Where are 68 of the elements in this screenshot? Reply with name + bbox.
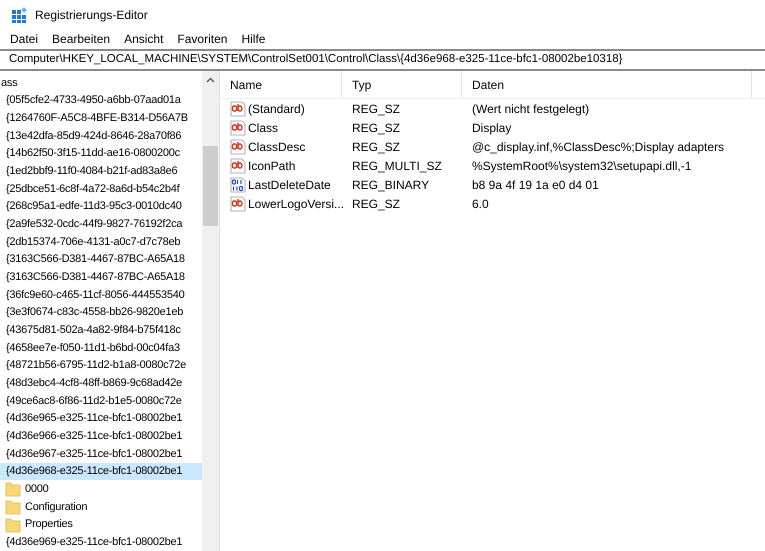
value-data: (Wert nicht festgelegt)	[471, 100, 590, 118]
value-name: LowerLogoVersi...	[248, 196, 344, 212]
string-value-icon	[230, 120, 246, 136]
value-data: 6.0	[471, 196, 489, 212]
tree-item[interactable]: {14b62f50-3f15-11dd-ae16-0800200c	[0, 144, 202, 162]
string-value-icon	[230, 196, 246, 212]
folder-icon	[5, 481, 21, 498]
value-data: @c_display.inf,%ClassDesc%;Display adapters	[471, 138, 724, 156]
column-header[interactable]: Typ	[342, 71, 462, 98]
tree-item[interactable]: {25dbce51-6c8f-4a72-8a6d-b54c2b4f	[0, 180, 202, 198]
tree-item[interactable]: {4d36e965-e325-11ce-bfc1-08002be1	[0, 410, 202, 428]
tree-item[interactable]: Configuration	[0, 498, 202, 516]
scroll-up-icon[interactable]	[206, 77, 215, 83]
value-name: ClassDesc	[248, 138, 306, 156]
tree-item[interactable]: {2a9fe532-0cdc-44f9-9827-76192f2ca	[0, 215, 202, 234]
tree-item[interactable]: {48721b56-6795-11d2-b1a8-0080c72e	[0, 356, 202, 374]
tree-item[interactable]: {13e42dfa-85d9-424d-8646-28a70f86	[0, 127, 202, 145]
value-name: IconPath	[248, 158, 296, 174]
menu-item[interactable]: Ansicht	[124, 30, 164, 48]
value-name: Class	[248, 120, 278, 136]
column-header[interactable]: Daten	[462, 71, 752, 98]
menu-item[interactable]: Bearbeiten	[52, 30, 110, 48]
folder-icon	[5, 498, 21, 515]
tree-item[interactable]: {36fc9e60-c465-11cf-8056-444553540	[0, 286, 202, 304]
registry-editor-icon	[11, 7, 27, 23]
tree-item[interactable]: 0000	[0, 480, 202, 498]
value-type: REG_BINARY	[351, 176, 430, 194]
tree-item[interactable]: {4d36e967-e325-11ce-bfc1-08002be1	[0, 445, 202, 463]
string-value-icon	[230, 158, 246, 174]
folder-icon	[5, 516, 21, 533]
value-data: Display	[471, 120, 512, 136]
value-type: REG_SZ	[351, 138, 402, 156]
tree-item[interactable]: {268c95a1-edfe-11d3-95c3-0010dc40	[0, 198, 202, 216]
tree-item[interactable]: {4d36e969-e325-11ce-bfc1-08002be1	[0, 533, 202, 551]
window-title: Registrierungs-Editor	[35, 7, 148, 24]
tree-item[interactable]: ass	[0, 74, 202, 92]
menu-item[interactable]: Hilfe	[241, 30, 266, 48]
vertical-scrollbar[interactable]	[202, 71, 219, 551]
tree-item[interactable]: {4d36e968-e325-11ce-bfc1-08002be1	[0, 462, 202, 480]
value-type: REG_MULTI_SZ	[351, 158, 443, 174]
menu-item[interactable]: Favoriten	[177, 30, 228, 48]
value-data: %SystemRoot%\system32\setupapi.dll,-1	[471, 158, 692, 174]
tree-item[interactable]: {43675d81-502a-4a82-9f84-b75f418c	[0, 321, 202, 340]
menu-item[interactable]: Datei	[10, 30, 38, 48]
address-field[interactable]: Computer\HKEY_LOCAL_MACHINE\SYSTEM\ControlSet001\Control\Class\{4d36e968-e325-11ce-bfc1-08002be10318}	[0, 49, 765, 71]
string-value-icon	[230, 138, 246, 154]
tree-item[interactable]: {1ed2bbf9-11f0-4084-b21f-ad83a8e6	[0, 162, 202, 180]
tree-item[interactable]: {4658ee7e-f050-11d1-b6bd-00c04fa3	[0, 339, 202, 357]
value-name: (Standard)	[248, 100, 305, 118]
tree-item[interactable]: {4d36e966-e325-11ce-bfc1-08002be1	[0, 427, 202, 446]
tree-item[interactable]: {1264760F-A5C8-4BFE-B314-D56A7B	[0, 109, 202, 128]
tree-item[interactable]: {2db15374-706e-4131-a0c7-d7c78eb	[0, 233, 202, 251]
column-header[interactable]: Name	[220, 71, 342, 98]
value-type: REG_SZ	[351, 100, 402, 118]
tree-item[interactable]: {3163C566-D381-4467-87BC-A65A18	[0, 250, 202, 268]
value-name: LastDeleteDate	[248, 176, 331, 194]
tree-item[interactable]: {48d3ebc4-4cf8-48ff-b869-9c68ad42e	[0, 374, 202, 392]
tree-item[interactable]: {49ce6ac8-6f86-11d2-b1e5-0080c72e	[0, 392, 202, 410]
tree-item[interactable]: {3163C566-D381-4467-87BC-A65A18	[0, 268, 202, 286]
binary-value-icon	[230, 176, 246, 192]
value-data: b8 9a 4f 19 1a e0 d4 01	[471, 176, 599, 194]
value-type: REG_SZ	[351, 120, 402, 136]
scrollbar-thumb[interactable]	[203, 146, 218, 226]
tree-item[interactable]: {3e3f0674-c83c-4558-bb26-9820e1eb	[0, 304, 202, 322]
string-value-icon	[230, 100, 246, 116]
tree-item[interactable]: Properties	[0, 516, 202, 534]
value-type: REG_SZ	[351, 196, 402, 212]
tree-item[interactable]: {05f5cfe2-4733-4950-a6bb-07aad01a	[0, 92, 202, 110]
